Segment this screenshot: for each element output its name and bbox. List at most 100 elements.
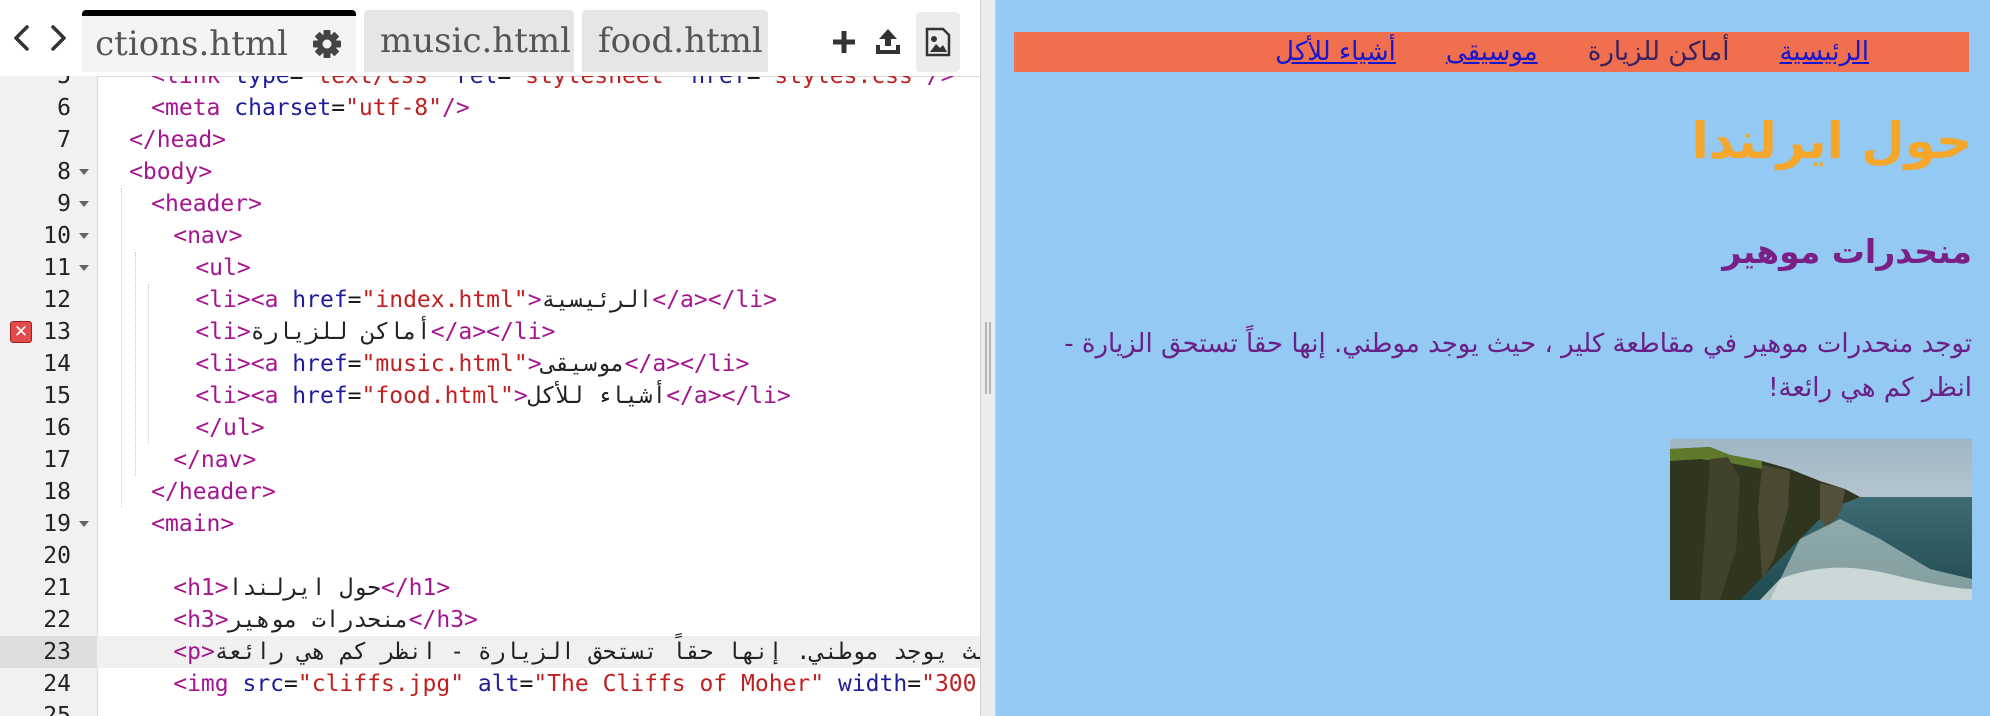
code-line[interactable]: <h1>حول ايرلندا</h1>	[97, 572, 980, 604]
gutter-line: 13 ✕	[0, 316, 97, 348]
tab-label: food.html	[598, 21, 763, 61]
line-number: 12	[43, 287, 71, 313]
gutter-line: 20	[0, 540, 97, 572]
back-icon[interactable]	[4, 18, 40, 58]
line-number: 14	[43, 351, 71, 377]
gutter-line: 7	[0, 124, 97, 156]
line-number: 15	[43, 383, 71, 409]
code-editor: ctions.html music.html food.html 5 6 7 8…	[0, 0, 980, 716]
line-number: 21	[43, 575, 71, 601]
gutter-line: 25	[0, 700, 97, 716]
code-line[interactable]: </header>	[97, 476, 980, 508]
tab-bar: ctions.html music.html food.html	[0, 0, 980, 77]
fold-arrow-icon[interactable]	[79, 265, 89, 271]
splitter-grip[interactable]	[985, 322, 991, 394]
line-number: 11	[43, 255, 71, 281]
nav-item-food[interactable]: أشياء للأكل	[1275, 32, 1396, 72]
line-number: 23	[43, 639, 71, 665]
nav-link-food[interactable]: أشياء للأكل	[1275, 37, 1396, 67]
fold-arrow-icon[interactable]	[79, 521, 89, 527]
preview-nav-list: الرئيسية أماكن للزيارة موسيقى أشياء للأك…	[1225, 32, 1869, 72]
fold-arrow-icon[interactable]	[79, 233, 89, 239]
code-line[interactable]: <li><a href="music.html">موسيقى</a></li>	[97, 348, 980, 380]
preview-nav-bar: الرئيسية أماكن للزيارة موسيقى أشياء للأك…	[1014, 32, 1969, 72]
upload-icon[interactable]	[866, 12, 910, 72]
gutter-line: 15	[0, 380, 97, 412]
nav-item-music[interactable]: موسيقى	[1446, 32, 1538, 72]
preview-paragraph: توجد منحدرات موهير في مقاطعة كلير ، حيث …	[1064, 329, 1972, 403]
code-line[interactable]: <li>أماكن للزيارة</a></li>	[97, 316, 980, 348]
code-line[interactable]	[97, 540, 980, 572]
line-gutter: 5 6 7 8 9 10 11 12 13 ✕ 14 15 16 17 18 19 20 21 22 23 24 25	[0, 76, 98, 716]
line-number: 13	[43, 319, 71, 345]
line-number: 24	[43, 671, 71, 697]
code-line[interactable]: <li><a href="food.html">أشياء للأكل</a><…	[97, 380, 980, 412]
line-number: 19	[43, 511, 71, 537]
gutter-line: 5	[0, 76, 97, 92]
code-line[interactable]: <h3>منحدرات موهير</h3>	[97, 604, 980, 636]
tab-food[interactable]: food.html	[582, 10, 768, 72]
fold-arrow-icon[interactable]	[79, 201, 89, 207]
line-number: 7	[57, 127, 71, 153]
gutter-line: 19	[0, 508, 97, 540]
code-line[interactable]: <main>	[97, 508, 980, 540]
line-number: 17	[43, 447, 71, 473]
image-icon[interactable]	[916, 12, 960, 72]
line-number: 5	[57, 76, 71, 89]
gutter-line: 11	[0, 252, 97, 284]
plus-icon[interactable]	[822, 12, 866, 72]
gutter-line: 23	[0, 636, 97, 668]
gear-icon[interactable]	[312, 29, 342, 59]
line-number: 6	[57, 95, 71, 121]
code-line[interactable]: </nav>	[97, 444, 980, 476]
code-line[interactable]: </head>	[97, 124, 980, 156]
tab-label: ctions.html	[95, 24, 288, 64]
gutter-line: 24	[0, 668, 97, 700]
nav-text-places: أماكن للزيارة	[1587, 37, 1730, 67]
preview-subheading: منحدرات موهير	[1722, 232, 1972, 271]
gutter-line: 8	[0, 156, 97, 188]
code-line[interactable]: <header>	[97, 188, 980, 220]
line-number: 22	[43, 607, 71, 633]
code-line[interactable]: <ul>	[97, 252, 980, 284]
gutter-line: 21	[0, 572, 97, 604]
code-line[interactable]: <nav>	[97, 220, 980, 252]
forward-icon[interactable]	[40, 18, 76, 58]
nav-link-home[interactable]: الرئيسية	[1779, 37, 1869, 67]
error-icon[interactable]: ✕	[10, 321, 32, 343]
tab-attractions[interactable]: ctions.html	[82, 10, 356, 72]
gutter-line: 17	[0, 444, 97, 476]
nav-item-home[interactable]: الرئيسية	[1779, 32, 1869, 72]
gutter-line: 16	[0, 412, 97, 444]
gutter-line: 18	[0, 476, 97, 508]
code-line[interactable]: </ul>	[97, 412, 980, 444]
gutter-line: 10	[0, 220, 97, 252]
tab-music[interactable]: music.html	[364, 10, 574, 72]
code-line[interactable]: <img src="cliffs.jpg" alt="The Cliffs of…	[97, 668, 980, 700]
preview-heading: حول ايرلندا	[1691, 112, 1972, 170]
line-number: 20	[43, 543, 71, 569]
line-number: 18	[43, 479, 71, 505]
gutter-line: 12	[0, 284, 97, 316]
nav-link-music[interactable]: موسيقى	[1446, 37, 1538, 67]
cliffs-image	[1670, 439, 1972, 600]
code-line[interactable]: <li><a href="index.html">الرئيسية</a></l…	[97, 284, 980, 316]
pane-splitter[interactable]	[980, 0, 996, 716]
code-line[interactable]: <p>توجد منحدرات موهير في مقاطعة كلير ، ح…	[97, 636, 980, 668]
line-number: 10	[43, 223, 71, 249]
nav-item-places: أماكن للزيارة	[1588, 32, 1730, 72]
live-preview: الرئيسية أماكن للزيارة موسيقى أشياء للأك…	[996, 0, 1990, 716]
line-number: 9	[57, 191, 71, 217]
gutter-line: 6	[0, 92, 97, 124]
gutter-line: 22	[0, 604, 97, 636]
code-line[interactable]: <meta charset="utf-8"/>	[97, 92, 980, 124]
tab-label: music.html	[380, 21, 571, 61]
line-number: 16	[43, 415, 71, 441]
code-line[interactable]: <body>	[97, 156, 980, 188]
line-number: 8	[57, 159, 71, 185]
code-line[interactable]	[97, 700, 980, 716]
gutter-line: 9	[0, 188, 97, 220]
code-area[interactable]: <link type="text/css" rel="stylesheet" h…	[97, 76, 980, 716]
fold-arrow-icon[interactable]	[79, 169, 89, 175]
code-line[interactable]: <link type="text/css" rel="stylesheet" h…	[97, 76, 980, 92]
